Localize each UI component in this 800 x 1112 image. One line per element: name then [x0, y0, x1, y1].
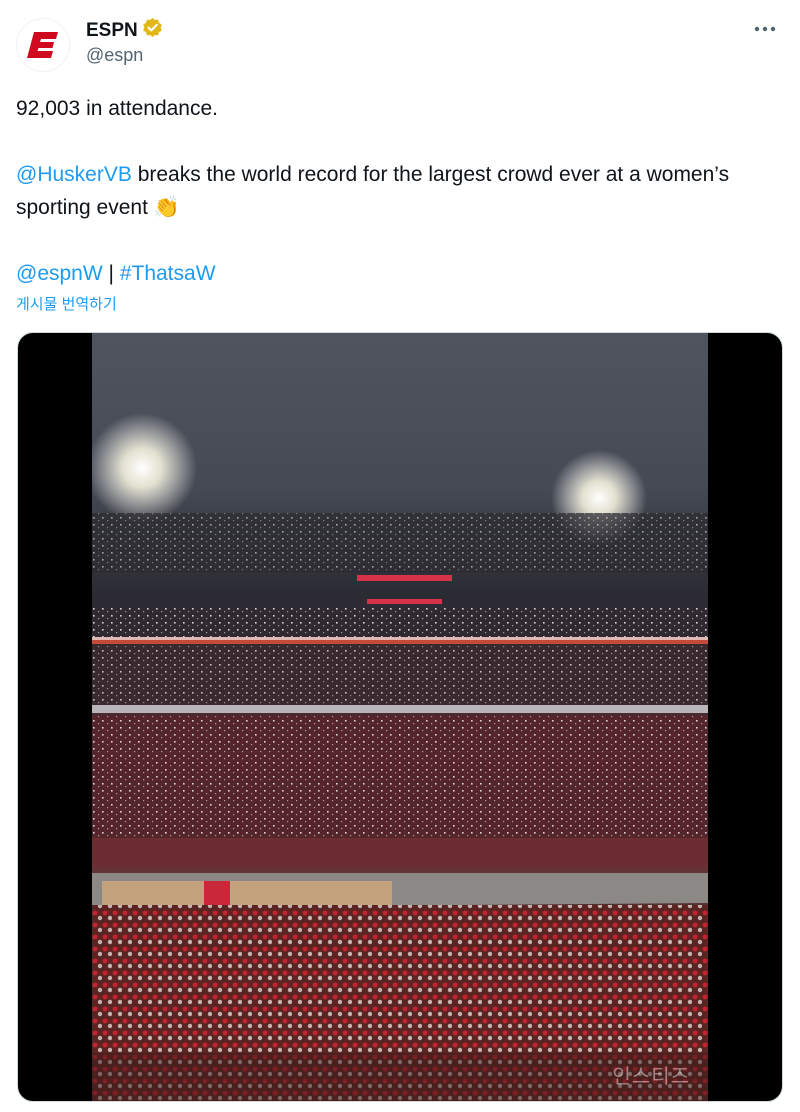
author-handle[interactable]: @espn: [86, 45, 143, 66]
espn-logo-icon: [27, 32, 58, 58]
watermark: 인스티즈: [612, 1064, 690, 1088]
avatar[interactable]: [16, 18, 70, 72]
stadium-light-left: [92, 413, 197, 523]
tweet-line-tags: @espnW | #ThatsaW: [16, 257, 736, 290]
stadium-scene: [92, 413, 708, 1101]
author-name[interactable]: ESPN: [86, 20, 138, 42]
mention-espnw-link[interactable]: @espnW: [16, 262, 103, 285]
translate-post-link[interactable]: 게시물 번역하기: [16, 293, 117, 314]
author-name-row[interactable]: ESPN: [86, 17, 163, 44]
tweet-line-attendance: 92,003 in attendance.: [16, 97, 219, 120]
more-dots-icon: [754, 26, 776, 32]
hashtag-thatsaw-link[interactable]: #ThatsaW: [120, 262, 216, 285]
tag-separator: |: [102, 262, 120, 285]
stadium-crowd-video[interactable]: 인스티즈: [92, 333, 708, 1101]
mention-huskervb-link[interactable]: @HuskerVB: [16, 163, 132, 186]
tweet-text: 92,003 in attendance. @HuskerVB breaks t…: [16, 92, 736, 290]
tweet-line-record: @HuskerVB breaks the world record for th…: [16, 158, 736, 224]
tweet-media[interactable]: 인스티즈: [17, 332, 783, 1102]
verified-badge-icon: [142, 17, 163, 44]
more-options-button[interactable]: [750, 14, 780, 44]
